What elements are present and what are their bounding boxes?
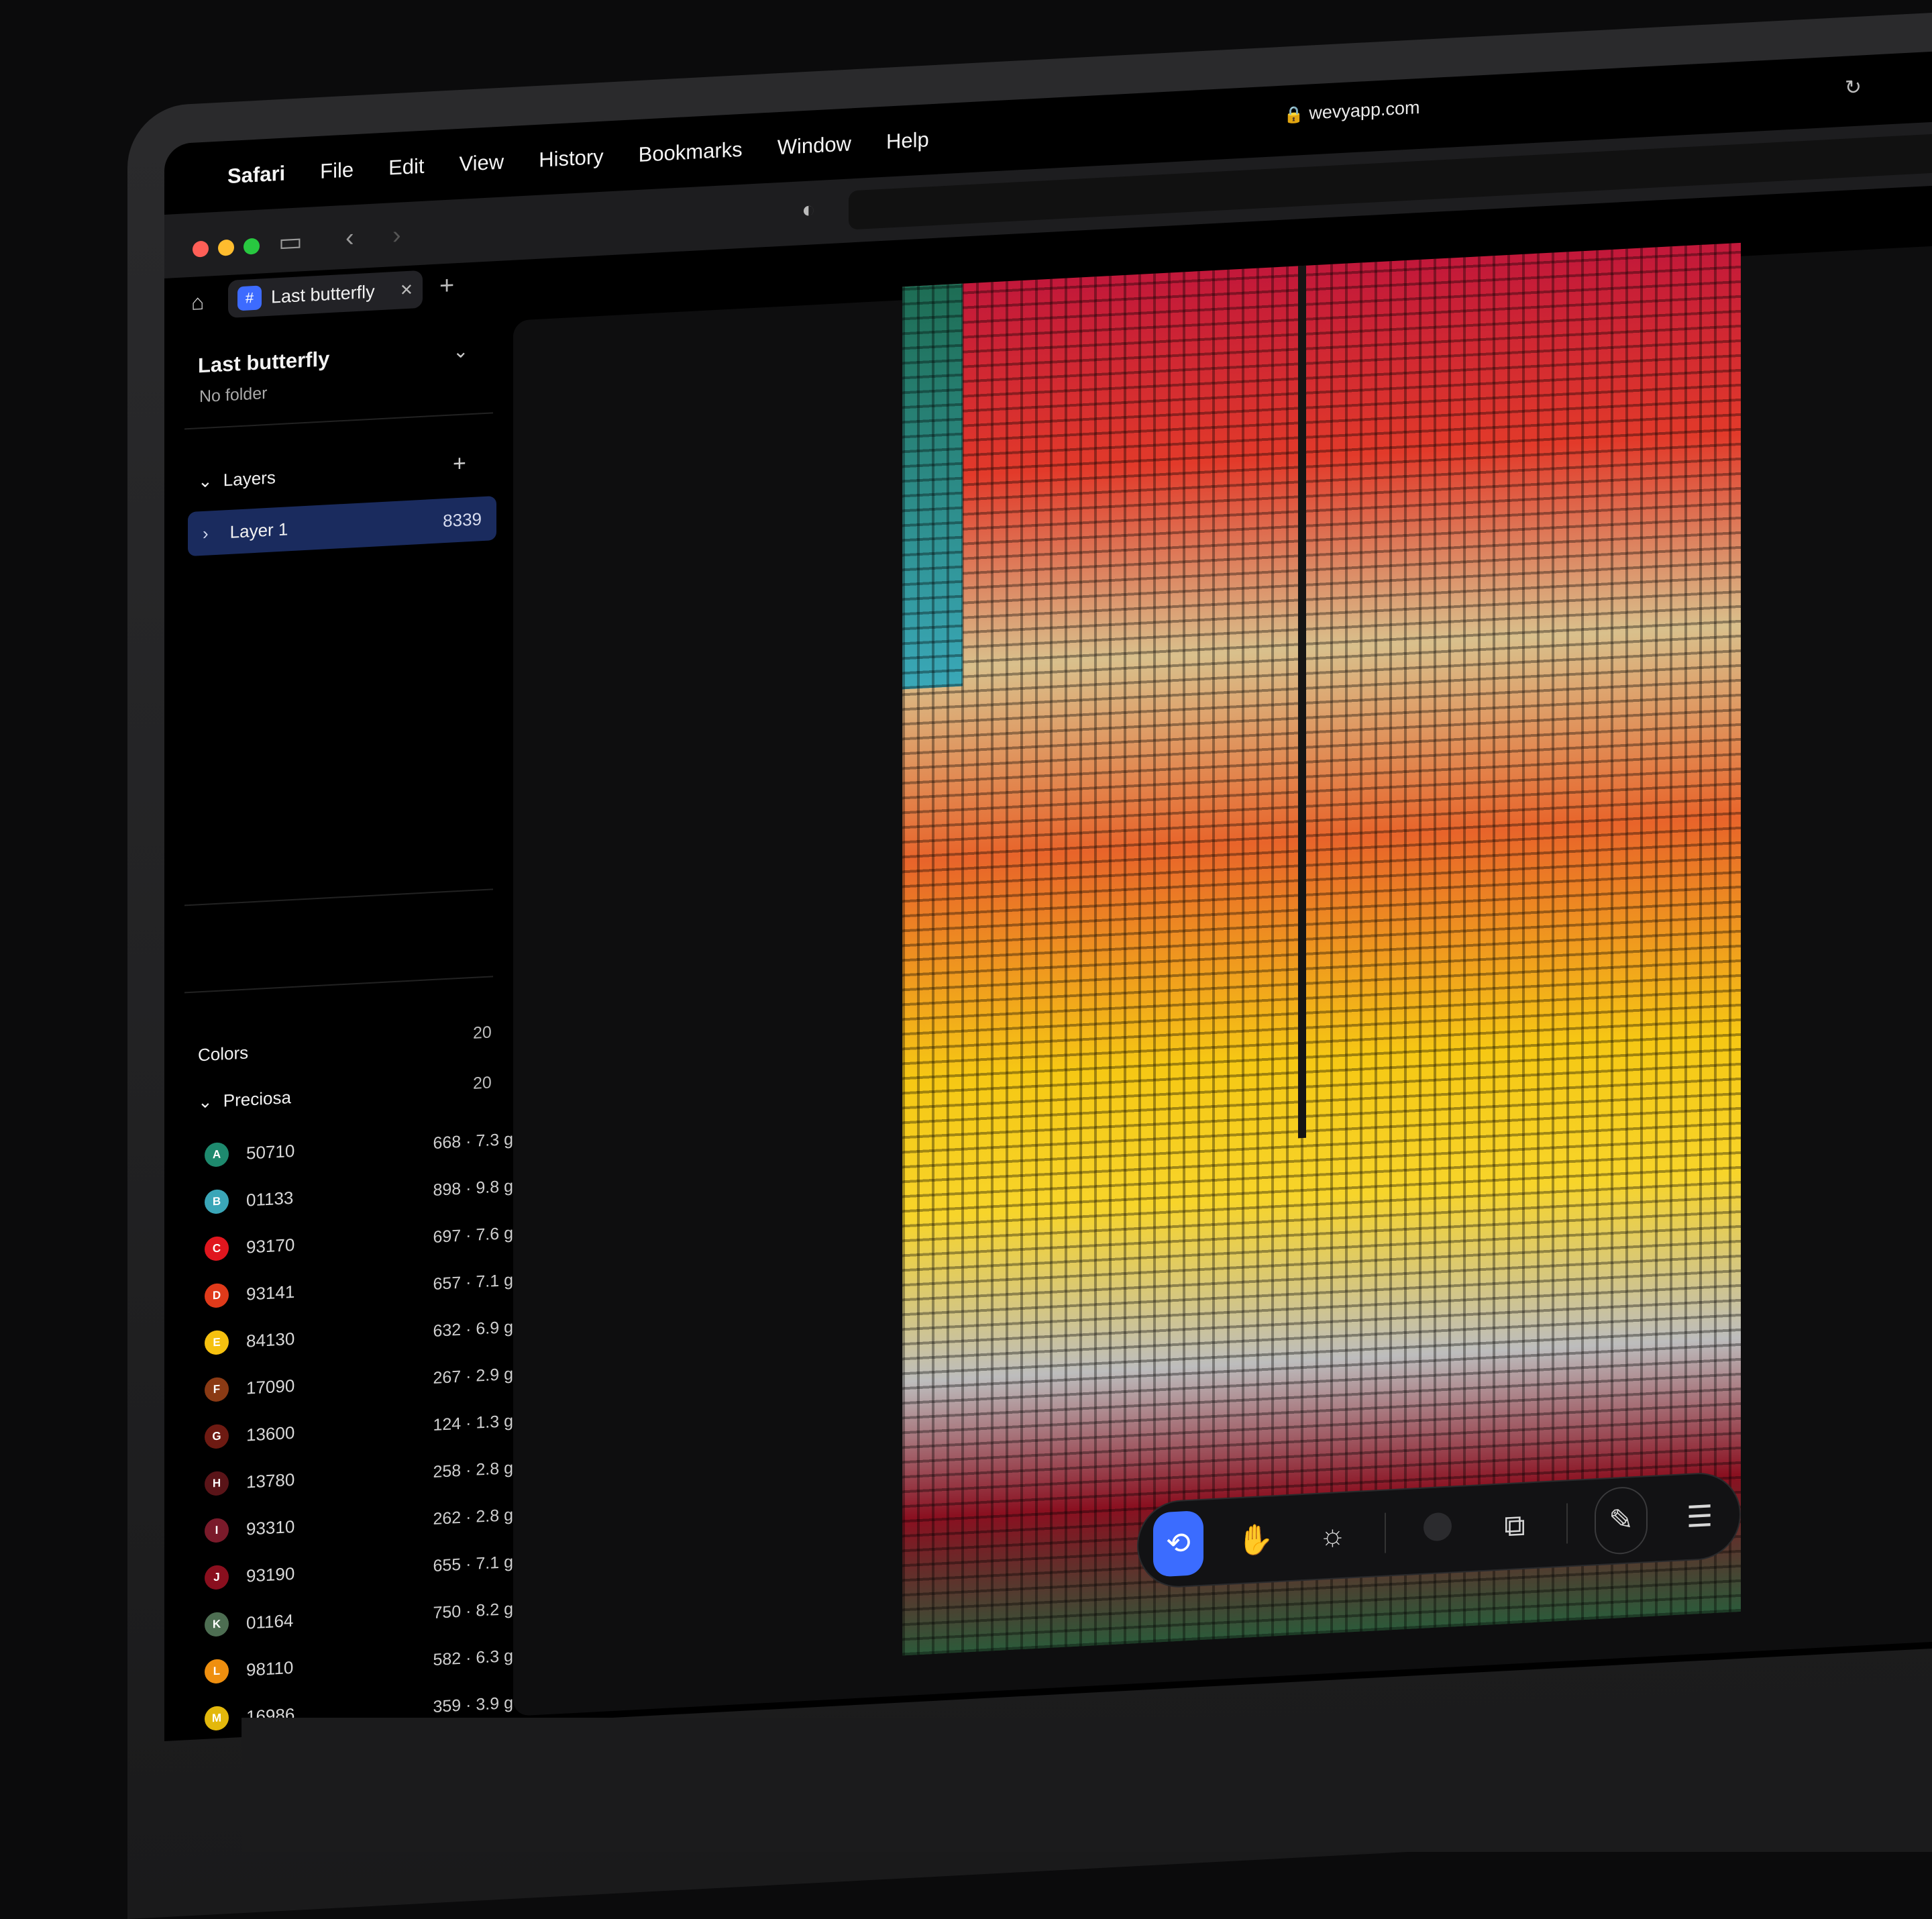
divider: [1566, 1503, 1568, 1544]
bead-pattern[interactable]: [902, 242, 1741, 1656]
menu-bookmarks[interactable]: Bookmarks: [639, 137, 743, 166]
menu-history[interactable]: History: [539, 144, 603, 172]
layer-name: Layer 1: [229, 518, 288, 542]
back-icon[interactable]: ‹: [345, 223, 354, 253]
color-quantity: 359 · 3.9 g: [433, 1693, 513, 1716]
menu-edit[interactable]: Edit: [388, 154, 424, 180]
divider: [1384, 1512, 1386, 1553]
menu-window[interactable]: Window: [777, 132, 851, 160]
divider: [184, 412, 493, 430]
color-quantity: 124 · 1.3 g: [433, 1411, 513, 1435]
brightness-icon[interactable]: ☼: [1307, 1518, 1358, 1554]
document-title[interactable]: Last butterfly: [198, 347, 329, 378]
palette-name: Preciosa: [223, 1087, 291, 1111]
color-swatch: C: [205, 1235, 229, 1261]
color-code: 50710: [246, 1140, 295, 1163]
hand-icon[interactable]: ✋: [1230, 1521, 1281, 1559]
layers-heading: Layers: [223, 467, 276, 490]
hash-icon: #: [237, 285, 262, 311]
zoom-window-button[interactable]: [244, 238, 260, 255]
window-controls: [193, 238, 260, 258]
colors-count: 20: [473, 1023, 492, 1043]
color-quantity: 267 · 2.9 g: [433, 1364, 513, 1388]
color-code: 13600: [246, 1422, 295, 1445]
color-swatch: E: [205, 1329, 229, 1355]
layers-section-header[interactable]: ⌄ Layers: [198, 467, 276, 492]
close-icon[interactable]: ✕: [400, 280, 413, 300]
color-swatch: L: [205, 1658, 229, 1684]
tab-last-butterfly[interactable]: # Last butterfly ✕: [228, 270, 423, 319]
color-code: 13780: [246, 1469, 295, 1492]
palette-section-header[interactable]: ⌄ Preciosa: [198, 1087, 291, 1112]
keyboard: [241, 1718, 1932, 1852]
pattern-seam: [1298, 265, 1306, 1139]
color-swatch: A: [205, 1141, 229, 1168]
add-layer-button[interactable]: +: [453, 450, 466, 477]
rotate-icon[interactable]: ⟲: [1153, 1510, 1203, 1577]
color-swatch: D: [205, 1282, 229, 1308]
menu-app-name[interactable]: Safari: [227, 161, 285, 189]
color-code: 93141: [246, 1281, 295, 1304]
reload-icon[interactable]: ↻: [1845, 75, 1862, 99]
color-quantity: 258 · 2.8 g: [433, 1458, 513, 1482]
color-quantity: 750 · 8.2 g: [433, 1599, 513, 1622]
minimize-window-button[interactable]: [218, 239, 234, 256]
color-swatch: H: [205, 1470, 229, 1496]
palette-count: 20: [473, 1073, 492, 1093]
lock-icon: 🔒: [1283, 105, 1304, 125]
color-code: 01164: [246, 1610, 294, 1633]
color-quantity: 655 · 7.1 g: [433, 1552, 513, 1575]
color-swatch: J: [205, 1564, 229, 1590]
divider: [184, 888, 493, 906]
document-folder: No folder: [199, 383, 268, 407]
divider: [184, 976, 493, 994]
color-code: 84130: [246, 1328, 295, 1351]
color-swatch: F: [205, 1376, 229, 1402]
new-tab-button[interactable]: +: [439, 271, 454, 301]
screen: Safari File Edit View History Bookmarks …: [164, 49, 1932, 1741]
color-swatch: K: [205, 1611, 229, 1637]
layer-item[interactable]: › Layer 1 8339: [188, 496, 496, 557]
color-code: 93190: [246, 1563, 295, 1586]
color-quantity: 697 · 7.6 g: [433, 1223, 513, 1247]
pencil-icon[interactable]: ✎: [1595, 1486, 1648, 1556]
chevron-right-icon[interactable]: ›: [203, 523, 209, 543]
color-quantity: 668 · 7.3 g: [433, 1129, 513, 1153]
privacy-shield-icon[interactable]: ◐: [802, 197, 816, 223]
color-swatch: I: [205, 1517, 229, 1543]
tab-title: Last butterfly: [271, 281, 375, 307]
bead-pattern-edge: [902, 283, 963, 690]
chevron-down-icon[interactable]: ⌄: [453, 340, 468, 362]
colors-heading: Colors: [198, 1042, 249, 1066]
menu-file[interactable]: File: [320, 158, 354, 184]
forward-icon[interactable]: ›: [392, 221, 401, 251]
color-dot[interactable]: [1413, 1511, 1463, 1549]
color-code: 98110: [246, 1657, 294, 1680]
chevron-down-icon: ⌄: [198, 470, 213, 492]
color-quantity: 582 · 6.3 g: [433, 1646, 513, 1669]
layer-bead-count: 8339: [443, 508, 482, 531]
color-quantity: 262 · 2.8 g: [433, 1505, 513, 1528]
color-list: A 50710 668 · 7.3 g B 01133 898 · 9.8 g C 93170…: [205, 1116, 513, 1741]
ruler-icon[interactable]: ☰: [1674, 1498, 1725, 1535]
color-code: 01133: [246, 1187, 294, 1210]
sidebar: Last butterfly No folder ⌄ ⌄ Layers + › …: [164, 311, 513, 1741]
color-swatch: M: [205, 1705, 229, 1731]
color-swatch: B: [205, 1188, 229, 1214]
color-code: 93310: [246, 1516, 295, 1539]
color-code: 17090: [246, 1375, 295, 1398]
color-quantity: 632 · 6.9 g: [433, 1317, 513, 1341]
color-code: 93170: [246, 1234, 295, 1257]
color-quantity: 657 · 7.1 g: [433, 1270, 513, 1294]
color-swatch: G: [205, 1423, 229, 1449]
close-window-button[interactable]: [193, 240, 209, 258]
home-icon[interactable]: ⌂: [191, 290, 204, 315]
chevron-down-icon: ⌄: [198, 1091, 213, 1112]
add-image-icon[interactable]: ⧉: [1489, 1508, 1540, 1545]
color-quantity: 898 · 9.8 g: [433, 1176, 513, 1200]
menu-view[interactable]: View: [460, 150, 504, 176]
sidebar-toggle-icon[interactable]: ▭: [278, 226, 303, 258]
